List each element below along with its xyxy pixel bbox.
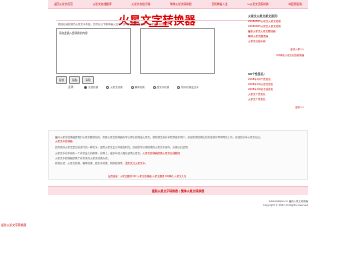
radio-dot[interactable] [177,85,181,89]
button-row: 复制 粘贴 清除 [56,76,94,84]
radio-dot[interactable] [130,85,134,89]
more-link[interactable]: QQ网名火星文在线转换器 [248,53,308,57]
radio-dot[interactable] [152,85,156,89]
sidebar-box-title: 火星文火星文星文资讯: [248,14,279,18]
radio-emoticon[interactable]: 颜文字转换 [152,85,170,89]
info-para: 火星文字转换器提供了非常多的火星文转换方式， [55,156,110,160]
page-container: 返回火星文首页 火星文在线翻译 火星文在线字典 繁体火星文转换器 日韩繁输入法 … [48,0,308,215]
radio-simple[interactable]: 简字转换成汉字 [177,85,199,89]
intro-text: 我国在球转换为火星文字系统，您可在以下框中输入汉字，即可转换成火星文字。 火星文… [58,22,258,26]
radio-label: 繁体转换 [134,86,145,89]
radio-label: 火星文转换 [110,86,123,89]
nav-item[interactable]: 繁体火星文转换器 [170,2,192,6]
radio-dot[interactable] [106,85,110,89]
sidebar-box-title: 90个性签名: [248,72,265,76]
input-textarea[interactable]: 请在此输入要转换的内容 [56,28,131,74]
info-para: 火星文字在中国有一个非常庞大的群体，在网上，很多年轻人都在使用火星文，火星文转换… [55,151,180,155]
info-text: 火星文字在中国有一个非常庞大的群体，在网上，很多年轻人都在使用火星文， [55,152,143,155]
info-highlight[interactable]: 请您关注火星文字。 [125,162,148,165]
radio-all[interactable]: 全部转换 [84,85,98,89]
sidebar-box-news: 火星文火星文星文资讯: 20080825火星文火星文转换 20080825火星文… [248,14,308,57]
paste-button[interactable]: 粘贴 [69,76,81,84]
nav-item[interactable]: 火星文在线翻译 [93,2,112,6]
info-panel: 最好火星文转换器是我们火星文翻译站的，需要火星文转换器的可以把它转换成火星文，把… [48,130,308,180]
nav-item[interactable]: 日韩繁输入法 [212,2,228,6]
radio-mars[interactable]: 火星文转换 [106,85,123,89]
sidebar-link[interactable]: 火星文个性签名 [248,97,308,102]
copyright-line: Copyright © 2007 All Rights reserved [263,204,308,207]
copy-button[interactable]: 复制 [56,76,68,84]
sidebar-link[interactable]: 火星文在线字典 [248,39,308,44]
info-highlight[interactable]: 火星文字转换器 [55,140,73,143]
top-nav: 返回火星文首页 火星文在线翻译 火星文在线字典 繁体火星文转换器 日韩繁输入法 … [48,0,308,9]
copyright: www.zealpen.cn 最新火星文转换器 Copyright © 2007… [224,200,308,208]
nav-item[interactable]: 叫妞姐表情 [288,2,301,6]
radio-label: 颜文字转换 [156,86,170,89]
divider [56,20,261,21]
input-placeholder: 请在此输入要转换的内容 [59,32,88,35]
info-para: 转换方式：火星文转换、繁体转换、颜文字转换、简体转换等。请您关注火星文字。 [55,161,148,165]
nav-item[interactable]: 火星文在线字典 [131,2,150,6]
nav-item[interactable]: ω火星文流程转换 [248,2,269,6]
friend-links[interactable]: 友情链接：火星文翻译 QQ 火星文转换器 火星文翻译 QQ网名 火星文大全 [108,174,186,178]
clear-button[interactable]: 清除 [82,76,94,84]
more-link[interactable]: 更多>> [248,105,308,109]
corner-link[interactable]: 最新火星文字转换器 [1,223,26,227]
options-label: 选择: [68,86,75,89]
radio-label: 全部转换 [88,86,99,89]
nav-item[interactable]: 返回火星文首页 [54,2,73,6]
info-para: 火星文字转换器 [55,139,73,143]
info-para: 因为目前火星文是比较流行的一种文字，使用火星文会让你更加时尚，欢迎您可以把转换的… [55,145,190,149]
output-textarea[interactable] [140,28,215,74]
info-text: 转换方式：火星文转换、繁体转换、颜文字转换、简体转换等。 [55,162,126,165]
radio-label: 简字转换成汉字 [181,86,199,89]
intro-copy: 我国在球转换为火星文字系统，您可在以下框中输入汉字，即可转换成火星文字。 [58,23,149,26]
info-highlight[interactable]: 火星文转换器提供火星文在线翻译 [143,152,181,155]
conversion-options: 选择: 全部转换 火星文转换 繁体转换 颜文字转换 简字转换成汉字 [68,85,199,89]
radio-dot[interactable] [84,85,88,89]
info-text: 因为目前火星文是比较流行的一种文字，使用火星文会让你更加时尚，欢迎您可以把转换的… [55,146,191,149]
info-para: 最好火星文转换器是我们火星文翻译站的，需要火星文转换器的可以把它转换成火星文，把… [55,135,263,139]
sidebar-box-signature: 90个性签名: 2008年QQ个性签名 2008年QQ火星文签名 2008年QQ… [248,72,308,109]
bottom-bar[interactable]: 最新火星文字转换器 | 繁体火星文转换器 [48,186,308,195]
intro-link[interactable]: 火星文字在线翻译 [149,23,169,26]
more-link[interactable]: 更多火星>> [248,47,308,51]
info-text: 最好火星文转换器是我们火星文翻译站的，需要火星文转换器的可以把它转换成火星文，把… [55,136,263,139]
info-text: 火星文字转换器提供了非常多的火星文转换方式， [55,157,111,160]
radio-traditional[interactable]: 繁体转换 [130,85,145,89]
